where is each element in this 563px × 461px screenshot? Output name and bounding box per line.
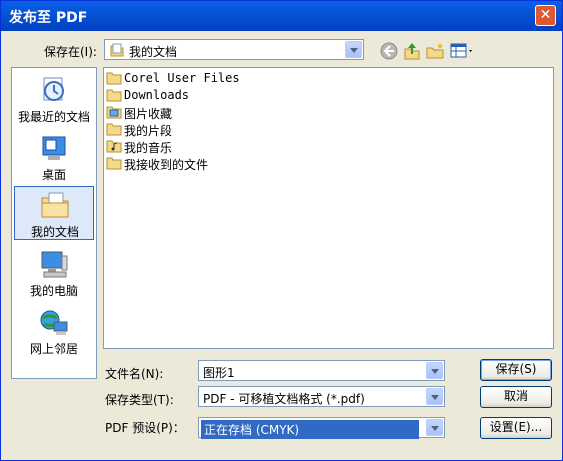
place-desktop[interactable]: 桌面 [14,130,94,184]
place-network[interactable]: 网上邻居 [14,304,94,358]
file-list[interactable]: Corel User Files Downloads 图片收藏 我的片段 我的音… [103,67,554,349]
save-in-dropdown[interactable]: 我的文档 [104,39,364,60]
network-places-icon [40,310,68,335]
filename-value: 图形1 [203,366,235,380]
chevron-down-icon[interactable] [426,362,443,379]
place-label: 桌面 [41,168,66,182]
back-icon[interactable] [379,41,399,61]
cancel-button[interactable]: 取消 [480,386,552,408]
filetype-dropdown[interactable]: PDF - 可移植文档格式 (*.pdf) [198,386,445,407]
pictures-folder-icon [106,106,122,119]
my-documents-small-icon [110,43,124,57]
up-folder-icon[interactable] [402,41,422,61]
place-label: 我的电脑 [29,284,78,298]
my-documents-icon [41,192,69,218]
file-name: 我接收到的文件 [124,158,209,172]
file-name: 图片收藏 [124,107,173,121]
folder-icon [106,72,122,85]
place-label: 网上邻居 [29,342,78,356]
chevron-down-icon[interactable] [426,419,443,436]
close-button[interactable]: ✕ [535,5,556,26]
places-bar: 我最近的文档 桌面 我的文档 我的电脑 网上邻居 [11,67,97,379]
file-name: Corel User Files [124,71,240,85]
views-menu-icon[interactable] [449,41,475,61]
preset-value: 正在存档 (CMYK) [201,420,419,439]
chevron-down-icon[interactable] [345,41,362,58]
filetype-label: 保存类型(T): [105,393,174,407]
folder-icon [106,157,122,170]
file-name: Downloads [124,88,190,102]
place-recent-documents[interactable]: 我最近的文档 [14,72,94,126]
title-bar[interactable]: 发布至 PDF ✕ [1,1,562,31]
save-in-value: 我的文档 [129,45,178,59]
preset-label: PDF 预设(P)： [105,421,185,435]
file-name: 我的音乐 [124,141,173,155]
dialog-window: 发布至 PDF ✕ 保存在(I): 我的文档 我最近的文档 桌面 我的文档 我的… [0,0,563,461]
my-computer-icon [41,251,68,278]
desktop-icon [42,136,66,160]
filename-label: 文件名(N): [105,367,164,381]
filename-input[interactable]: 图形1 [198,360,445,381]
filetype-value: PDF - 可移植文档格式 (*.pdf) [203,392,365,406]
folder-icon [106,89,122,102]
place-my-documents[interactable]: 我的文档 [14,186,94,240]
file-name: 我的片段 [124,124,173,138]
recent-documents-icon [43,77,64,101]
music-folder-icon [106,140,122,153]
chevron-down-icon[interactable] [426,388,443,405]
save-button[interactable]: 保存(S) [480,359,552,381]
save-in-label: 保存在(I): [44,45,97,59]
new-folder-icon[interactable] [425,41,445,61]
place-label: 我最近的文档 [17,110,90,124]
folder-icon [106,123,122,136]
preset-dropdown[interactable]: 正在存档 (CMYK) [198,417,445,439]
settings-button[interactable]: 设置(E)... [480,417,552,439]
window-title: 发布至 PDF [9,10,88,26]
place-label: 我的文档 [30,225,79,239]
place-my-computer[interactable]: 我的电脑 [14,246,94,300]
